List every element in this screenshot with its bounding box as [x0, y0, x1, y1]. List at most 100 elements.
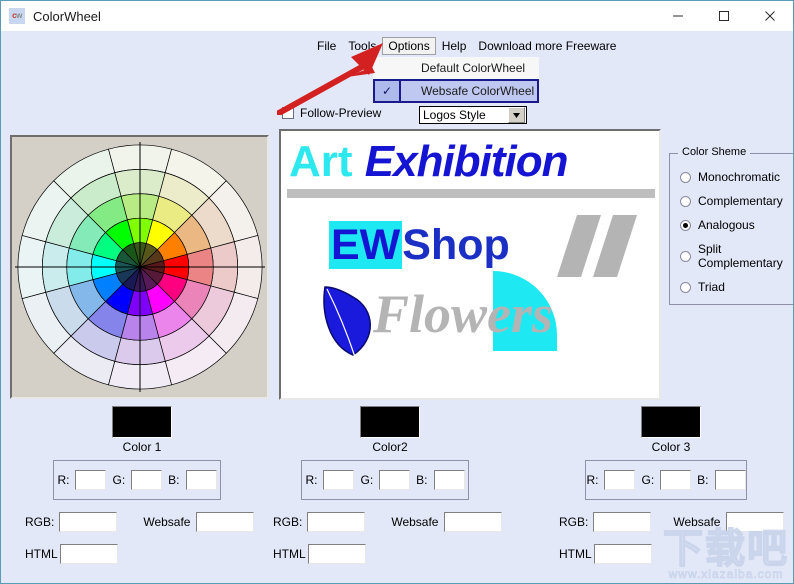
color-2-b-input[interactable] [433, 470, 465, 490]
color-1-b-label: B: [168, 473, 180, 487]
color-2-html-row: HTML [273, 544, 521, 564]
color-scheme-group: Color Sheme Monochromatic Complementary … [669, 146, 793, 305]
color-3-g-label: G: [641, 473, 655, 487]
preview-exhibition-word: Exhibition [364, 137, 569, 186]
follow-preview-row: Follow-Preview [282, 106, 381, 120]
color-wheel[interactable] [14, 142, 265, 392]
color-1-section: Color 1 R: G: B: RGB: Websafe HTML [11, 406, 273, 564]
color-3-g-input[interactable] [660, 470, 692, 490]
scheme-option-monochromatic[interactable]: Monochromatic [680, 170, 793, 184]
menu-item-download-more-freeware[interactable]: Download more Freeware [472, 37, 622, 55]
scheme-option-complementary[interactable]: Complementary [680, 194, 793, 208]
scheme-option-split-complementary[interactable]: Split Complementary [680, 242, 793, 270]
preview-art-word: Art [289, 137, 353, 186]
scheme-option-analogous-label: Analogous [698, 218, 755, 232]
color-3-websafe-input[interactable] [726, 512, 785, 532]
menu-item-tools[interactable]: Tools [342, 37, 382, 55]
radio-icon[interactable] [680, 250, 691, 262]
menu-item-options[interactable]: Options [382, 37, 436, 55]
color-2-g-label: G: [360, 473, 374, 487]
menu-option-default-colorwheel[interactable]: Default ColorWheel [373, 57, 539, 79]
color-3-b-input[interactable] [714, 470, 746, 490]
menu-option-websafe-colorwheel[interactable]: ✓ Websafe ColorWheel [373, 79, 539, 103]
color-1-rgb-label: RGB: [25, 515, 55, 529]
scheme-option-analogous[interactable]: Analogous [680, 218, 793, 232]
color-3-swatch[interactable] [641, 406, 701, 438]
menu-item-file[interactable]: File [311, 37, 342, 55]
color-2-r-input[interactable] [323, 470, 355, 490]
logo-style-select[interactable]: Logos Style [419, 106, 527, 124]
color-scheme-legend: Color Sheme [678, 146, 751, 158]
preview-flowers-word: Flowers [373, 284, 554, 344]
color-2-swatch[interactable] [360, 406, 420, 438]
color-1-html-label: HTML [25, 547, 58, 561]
title-bar: cw ColorWheel [1, 1, 793, 31]
color-1-swatch[interactable] [112, 406, 172, 438]
radio-icon[interactable] [680, 195, 691, 207]
color-3-label: Color 3 [651, 440, 691, 454]
chevron-down-icon[interactable] [508, 107, 525, 123]
color-2-g-input[interactable] [379, 470, 411, 490]
preview-shop-word: Shop [402, 221, 510, 269]
color-wheel-window: cw ColorWheel File Tools Options Help Do… [0, 0, 794, 584]
color-2-rgb-input[interactable] [307, 512, 366, 532]
color-1-websafe-input[interactable] [196, 512, 255, 532]
checkmark-icon: ✓ [375, 81, 401, 101]
menu-option-websafe-colorwheel-label: Websafe ColorWheel [421, 84, 535, 98]
options-dropdown-menu: Default ColorWheel ✓ Websafe ColorWheel [373, 57, 539, 103]
menu-item-help[interactable]: Help [436, 37, 473, 55]
color-3-b-label: B: [697, 473, 709, 487]
color-3-section: Color 3 R: G: B: RGB: Websafe HTML [547, 406, 793, 564]
preview-slashes-icon [557, 215, 647, 280]
color-wheel-panel[interactable] [10, 135, 269, 399]
color-3-html-label: HTML [559, 547, 592, 561]
window-controls [655, 1, 793, 31]
color-3-rgb-label: RGB: [559, 515, 589, 529]
app-icon-letter-w: w [16, 11, 22, 20]
color-3-websafe-label: Websafe [673, 515, 721, 529]
color-1-html-input[interactable] [59, 544, 118, 564]
scheme-option-split-complementary-label: Split Complementary [698, 242, 783, 270]
color-1-r-label: R: [57, 473, 70, 487]
scheme-option-triad-label: Triad [698, 280, 725, 294]
logo-preview-panel: Art Exhibition EWShop Flowers [279, 129, 661, 400]
color-3-html-input[interactable] [593, 544, 652, 564]
color-2-websafe-input[interactable] [444, 512, 503, 532]
color-1-g-label: G: [112, 473, 126, 487]
color-1-rgb-row: RGB: Websafe [25, 512, 273, 532]
color-2-html-input[interactable] [307, 544, 366, 564]
radio-icon[interactable] [680, 171, 691, 183]
color-3-html-row: HTML [559, 544, 793, 564]
scheme-option-triad[interactable]: Triad [680, 280, 793, 294]
color-3-r-input[interactable] [604, 470, 636, 490]
follow-preview-checkbox[interactable] [282, 107, 294, 119]
color-1-label: Color 1 [122, 440, 162, 454]
color-1-websafe-label: Websafe [143, 515, 191, 529]
maximize-button[interactable] [701, 1, 747, 31]
color-1-g-input[interactable] [131, 470, 163, 490]
color-3-rgb-row: RGB: Websafe [559, 512, 793, 532]
color-2-rgb-group: R: G: B: [301, 460, 469, 500]
color-1-b-input[interactable] [185, 470, 217, 490]
color-1-r-input[interactable] [75, 470, 107, 490]
app-icon: cw [9, 8, 25, 24]
color-2-b-label: B: [416, 473, 428, 487]
color-2-section: Color2 R: G: B: RGB: Websafe HTML [259, 406, 521, 564]
close-button[interactable] [747, 1, 793, 31]
color-1-html-row: HTML [25, 544, 273, 564]
watermark-url-text: www.xiazaiba.com [668, 567, 784, 582]
color-3-rgb-input[interactable] [593, 512, 652, 532]
radio-icon[interactable] [680, 281, 691, 293]
preview-headline: Art Exhibition [289, 137, 569, 187]
color-1-rgb-input[interactable] [59, 512, 118, 532]
menu-bar: File Tools Options Help Download more Fr… [311, 37, 622, 55]
preview-shop-line: EWShop [329, 221, 510, 270]
scheme-option-complementary-label: Complementary [698, 194, 783, 208]
radio-icon-selected[interactable] [680, 219, 691, 231]
follow-preview-label: Follow-Preview [300, 106, 382, 120]
minimize-button[interactable] [655, 1, 701, 31]
color-2-rgb-label: RGB: [273, 515, 303, 529]
color-2-rgb-row: RGB: Websafe [273, 512, 521, 532]
color-3-rgb-group: R: G: B: [585, 460, 747, 500]
color-2-r-label: R: [305, 473, 318, 487]
